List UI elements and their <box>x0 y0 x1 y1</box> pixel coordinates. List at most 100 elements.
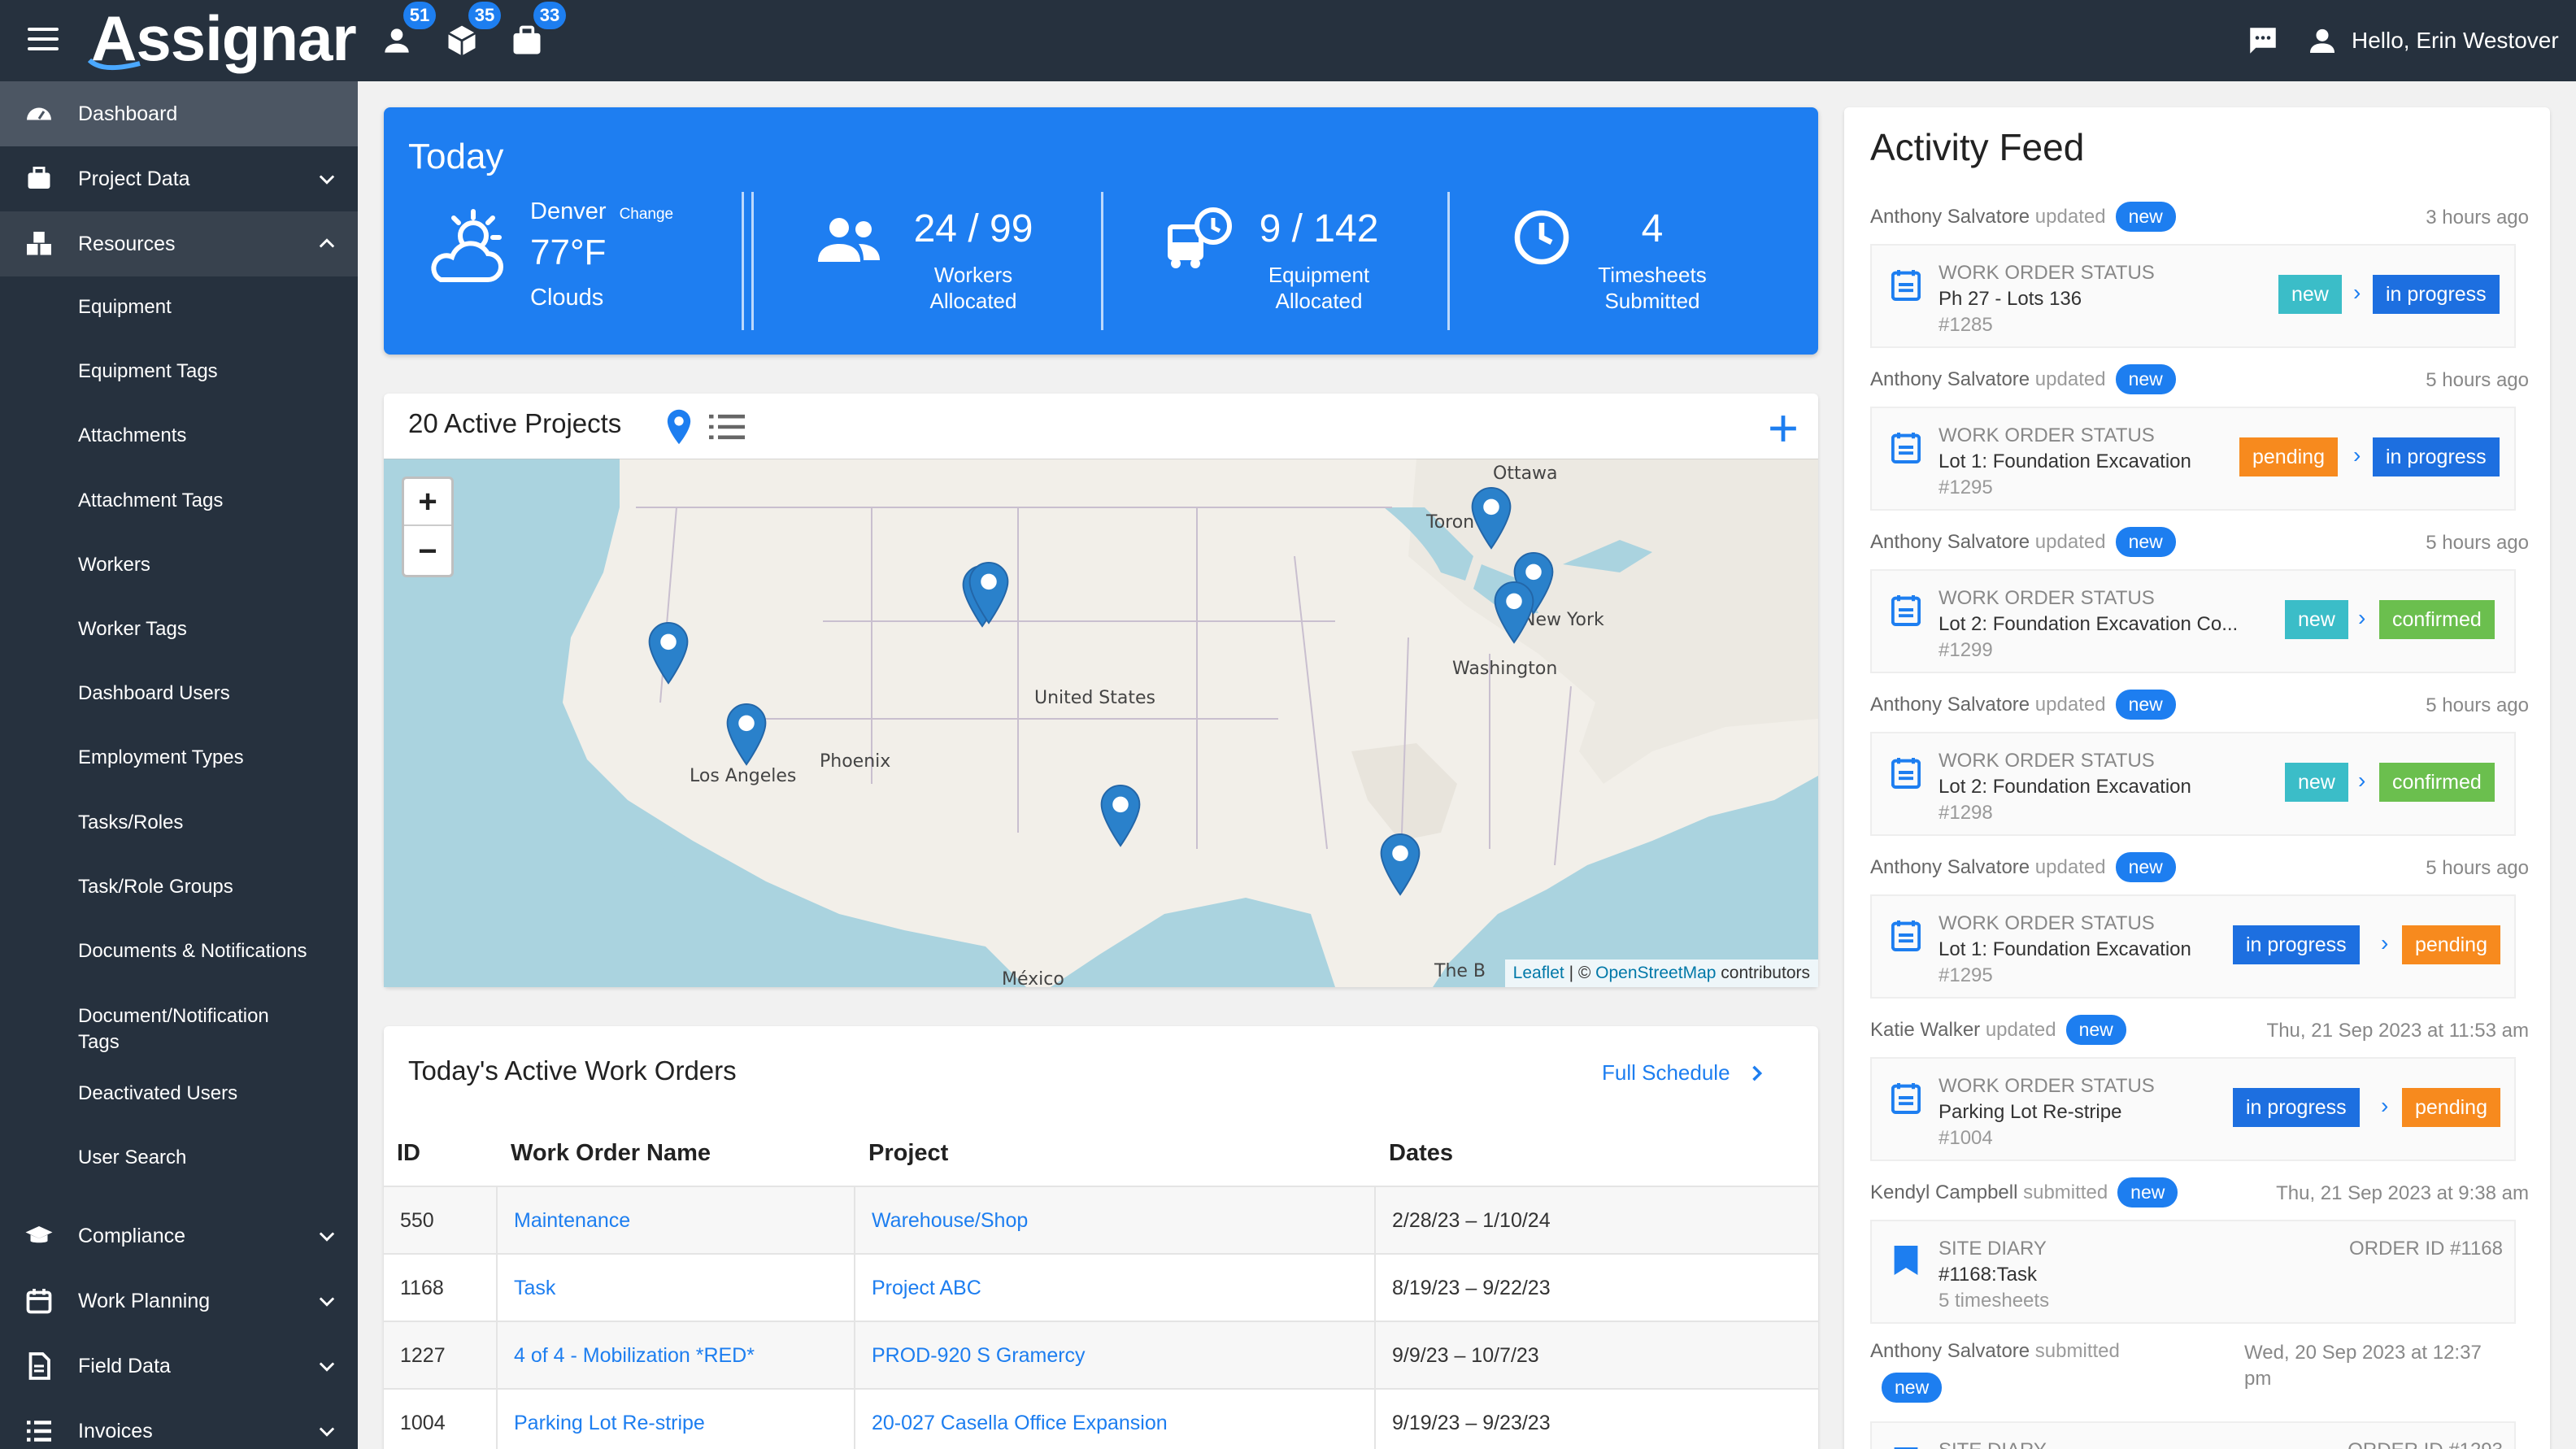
feed-entry[interactable]: WORK ORDER STATUS Parking Lot Re-stripe … <box>1870 1057 2516 1161</box>
sidebar-item-invoices[interactable]: Invoices <box>0 1399 358 1449</box>
feed-entry-time: Wed, 20 Sep 2023 at 12:37 pm <box>2244 1342 2482 1390</box>
project-marker[interactable] <box>1470 486 1512 550</box>
sidebar-sub-equipment[interactable]: Equipment <box>0 294 358 320</box>
map-label-the-b: The B <box>1434 961 1486 981</box>
project-marker[interactable] <box>1379 833 1421 896</box>
sidebar-sub-equipment-tags[interactable]: Equipment Tags <box>0 359 358 385</box>
table-row[interactable]: 1004 Parking Lot Re-stripe 20-027 Casell… <box>384 1388 1818 1449</box>
zoom-out-button[interactable]: − <box>404 528 451 575</box>
project-link[interactable]: PROD-920 S Gramercy <box>872 1322 1086 1390</box>
feed-entry[interactable]: WORK ORDER STATUS Ph 27 - Lots 136 #1285… <box>1870 244 2516 348</box>
sidebar-item-label: Project Data <box>78 167 190 190</box>
workers-allocated-value: 24 / 99 <box>913 207 1033 250</box>
calendar-icon <box>26 1289 52 1314</box>
work-order-link[interactable]: Task <box>514 1255 555 1322</box>
sidebar-item-work-planning[interactable]: Work Planning <box>0 1268 358 1334</box>
sidebar-item-project-data[interactable]: Project Data <box>0 146 358 211</box>
leaflet-link[interactable]: Leaflet <box>1513 964 1564 983</box>
chat-icon[interactable] <box>2246 18 2280 63</box>
sidebar-sub-deactivated-users[interactable]: Deactivated Users <box>0 1081 358 1107</box>
sidebar-sub-employment-types[interactable]: Employment Types <box>0 745 358 771</box>
feed-entry[interactable]: SITE DIARY #1168:Task 5 timesheets ORDER… <box>1870 1220 2516 1324</box>
column-header-id[interactable]: ID <box>397 1140 420 1167</box>
order-id: ORDER ID #1168 <box>2349 1238 2503 1260</box>
work-order-link[interactable]: 4 of 4 - Mobilization *RED* <box>514 1322 755 1390</box>
map-label-washington: Washington <box>1452 659 1558 679</box>
new-badge: new <box>2115 364 2176 394</box>
add-project-icon[interactable] <box>1768 413 1799 444</box>
map-label-mexico: México <box>1002 969 1064 987</box>
today-title: Today <box>408 137 504 176</box>
equipment-icon[interactable]: 35 <box>444 2 501 59</box>
sidebar-sub-worker-tags[interactable]: Worker Tags <box>0 616 358 642</box>
sidebar-item-label: Work Planning <box>78 1289 211 1312</box>
chevron-up-icon <box>319 238 335 248</box>
bookmark-icon <box>1894 1447 1918 1449</box>
column-header-name[interactable]: Work Order Name <box>511 1140 711 1167</box>
list-view-icon[interactable] <box>709 413 745 441</box>
user-menu[interactable]: Hello, Erin Westover <box>2306 18 2559 63</box>
project-link[interactable]: 20-027 Casella Office Expansion <box>872 1390 1168 1449</box>
briefcase-icon[interactable]: 33 <box>509 2 566 59</box>
full-schedule-link[interactable]: Full Schedule <box>1602 1060 1768 1086</box>
work-order-link[interactable]: Maintenance <box>514 1187 630 1255</box>
project-marker[interactable] <box>1099 784 1142 847</box>
feed-entry[interactable]: WORK ORDER STATUS Lot 1: Foundation Exca… <box>1870 407 2516 511</box>
change-city-link[interactable]: Change <box>620 206 674 223</box>
sidebar-sub-workers[interactable]: Workers <box>0 552 358 578</box>
feed-entry[interactable]: WORK ORDER STATUS Lot 1: Foundation Exca… <box>1870 894 2516 999</box>
project-link[interactable]: Project ABC <box>872 1255 981 1322</box>
chevron-right-icon: › <box>2358 605 2366 630</box>
status-from: new <box>2285 763 2348 802</box>
project-marker[interactable] <box>647 621 690 685</box>
sidebar-item-resources[interactable]: Resources <box>0 211 358 276</box>
feed-entry[interactable]: WORK ORDER STATUS Lot 2: Foundation Exca… <box>1870 569 2516 673</box>
table-row[interactable]: 1227 4 of 4 - Mobilization *RED* PROD-92… <box>384 1321 1818 1390</box>
document-icon <box>1891 595 1921 626</box>
chevron-down-icon <box>319 175 335 185</box>
status-from: new <box>2278 275 2342 314</box>
map-view-icon[interactable] <box>665 408 693 446</box>
status-to: confirmed <box>2379 600 2495 639</box>
column-header-dates[interactable]: Dates <box>1389 1140 1453 1167</box>
workers-icon[interactable]: 51 <box>379 2 436 59</box>
feed-entry-header: Anthony Salvatore updated new 5 hours ago <box>1870 690 2529 722</box>
project-marker[interactable] <box>1493 581 1535 644</box>
sidebar-sub-user-search[interactable]: User Search <box>0 1145 358 1171</box>
weather-city: Denver Change <box>530 198 674 224</box>
sidebar-sub-documents-notifications[interactable]: Documents & Notifications <box>0 938 358 964</box>
feed-entry[interactable]: SITE DIARY ORDER ID #1293 <box>1870 1421 2516 1449</box>
sidebar-item-dashboard[interactable]: Dashboard <box>0 81 358 146</box>
logo-swoosh-icon <box>87 58 141 71</box>
table-row[interactable]: 1168 Task Project ABC 8/19/23 – 9/22/23 <box>384 1253 1818 1322</box>
projects-map[interactable]: Ottawa Toron New York Washington United … <box>384 459 1818 987</box>
active-projects-title: 20 Active Projects <box>408 408 622 438</box>
equipment-allocated-label: Equipment Allocated <box>1268 263 1370 313</box>
sidebar-sub-attachment-tags[interactable]: Attachment Tags <box>0 488 358 514</box>
feed-entry[interactable]: WORK ORDER STATUS Lot 2: Foundation Exca… <box>1870 732 2516 836</box>
column-header-project[interactable]: Project <box>868 1140 948 1167</box>
table-row[interactable]: 550 Maintenance Warehouse/Shop 2/28/23 –… <box>384 1186 1818 1255</box>
sidebar-sub-tasks-roles[interactable]: Tasks/Roles <box>0 810 358 836</box>
projects-badge: 33 <box>533 2 566 29</box>
status-to: confirmed <box>2379 763 2495 802</box>
work-order-link[interactable]: Parking Lot Re-stripe <box>514 1390 705 1449</box>
sidebar-sub-attachments[interactable]: Attachments <box>0 423 358 449</box>
feed-entry-header: Kendyl Campbell submitted new Thu, 21 Sep… <box>1870 1177 2529 1210</box>
sidebar-item-compliance[interactable]: Compliance <box>0 1203 358 1268</box>
project-marker[interactable] <box>968 561 1010 624</box>
divider <box>742 192 744 330</box>
sidebar-sub-dashboard-users[interactable]: Dashboard Users <box>0 681 358 707</box>
list-icon <box>27 1421 51 1442</box>
sidebar-item-field-data[interactable]: Field Data <box>0 1334 358 1399</box>
sidebar-sub-task-role-groups[interactable]: Task/Role Groups <box>0 874 358 900</box>
project-marker[interactable] <box>725 703 768 766</box>
zoom-in-button[interactable]: + <box>404 479 451 526</box>
openstreetmap-link[interactable]: OpenStreetMap <box>1595 964 1716 983</box>
truck-clock-icon <box>1168 207 1232 268</box>
menu-icon[interactable] <box>28 28 59 50</box>
project-link[interactable]: Warehouse/Shop <box>872 1187 1028 1255</box>
document-icon <box>28 1352 50 1380</box>
work-orders-card: Today's Active Work Orders Full Schedule… <box>384 1026 1818 1449</box>
sidebar-sub-document-notification-tags[interactable]: Document/Notification Tags <box>0 1003 293 1055</box>
